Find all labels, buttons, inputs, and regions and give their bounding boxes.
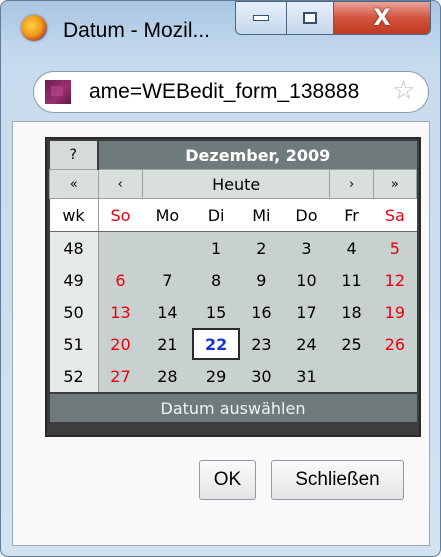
calendar-day[interactable]: 18 [329, 296, 374, 328]
calendar-day [98, 231, 143, 264]
calendar-day[interactable]: 31 [282, 360, 330, 393]
prev-year-button[interactable]: « [49, 169, 99, 199]
calendar-day[interactable]: 19 [373, 296, 417, 328]
minimize-icon [253, 15, 269, 21]
day-header-friday: Fr [329, 198, 374, 232]
minimize-button[interactable] [235, 1, 287, 35]
calendar-day-selected[interactable]: 22 [192, 328, 240, 360]
bookmark-star-icon[interactable]: ☆ [392, 78, 415, 104]
calendar-table: ? Dezember, 2009 « ‹ Heute › » wk So Mo … [49, 141, 418, 422]
calendar-day[interactable]: 17 [282, 296, 330, 328]
firefox-icon [21, 15, 47, 41]
month-title: Dezember, 2009 [98, 141, 417, 170]
day-header-monday: Mo [142, 198, 193, 232]
week-number: 51 [49, 328, 99, 360]
calendar-day[interactable]: 29 [192, 360, 240, 393]
week-number: 49 [49, 264, 99, 296]
calendar-status-bar: Datum auswählen [49, 392, 417, 422]
today-button[interactable]: Heute [141, 169, 331, 199]
calendar-widget: ? Dezember, 2009 « ‹ Heute › » wk So Mo … [45, 137, 421, 437]
popup-window: Datum - Mozil... X ame=WEBedit_form_1388… [0, 0, 441, 557]
calendar-day[interactable]: 3 [282, 231, 330, 264]
calendar-day[interactable]: 27 [98, 360, 143, 393]
calendar-day[interactable]: 4 [329, 231, 374, 264]
ok-button[interactable]: OK [199, 460, 256, 500]
calendar-day[interactable]: 26 [373, 328, 417, 360]
title-bar[interactable]: Datum - Mozil... X [1, 1, 441, 63]
page-content: ? Dezember, 2009 « ‹ Heute › » wk So Mo … [12, 121, 430, 546]
close-button[interactable]: Schließen [271, 460, 404, 500]
calendar-day[interactable]: 15 [192, 296, 240, 328]
day-header-saturday: Sa [373, 198, 417, 232]
calendar-day[interactable]: 7 [142, 264, 193, 296]
address-bar[interactable]: ame=WEBedit_form_138888 ☆ [33, 71, 429, 113]
calendar-day[interactable]: 16 [239, 296, 283, 328]
day-header-wednesday: Mi [239, 198, 283, 232]
week-number: 50 [49, 296, 99, 328]
close-window-button[interactable]: X [333, 1, 431, 35]
help-button[interactable]: ? [49, 141, 100, 170]
calendar-day [329, 360, 374, 393]
calendar-day[interactable]: 24 [282, 328, 330, 360]
maximize-button[interactable] [286, 1, 334, 35]
calendar-day[interactable]: 14 [142, 296, 193, 328]
calendar-day[interactable]: 11 [329, 264, 374, 296]
window-title: Datum - Mozil... [63, 19, 211, 42]
calendar-week-row: 52 27 28 29 30 31 [49, 360, 417, 393]
calendar-day[interactable]: 8 [192, 264, 240, 296]
prev-month-button[interactable]: ‹ [97, 169, 143, 199]
week-number: 48 [49, 231, 99, 264]
day-header-tuesday: Di [192, 198, 240, 232]
day-header-sunday: So [98, 198, 143, 232]
calendar-day [373, 360, 417, 393]
week-number: 52 [49, 360, 99, 393]
calendar-day[interactable]: 28 [142, 360, 193, 393]
calendar-day[interactable]: 30 [239, 360, 283, 393]
calendar-day[interactable]: 6 [98, 264, 143, 296]
day-header-thursday: Do [282, 198, 330, 232]
calendar-week-row: 51 20 21 22 23 24 25 26 [49, 328, 417, 360]
calendar-week-row: 50 13 14 15 16 17 18 19 [49, 296, 417, 328]
calendar-week-row: 49 6 7 8 9 10 11 12 [49, 264, 417, 296]
url-text[interactable]: ame=WEBedit_form_138888 [89, 80, 379, 104]
calendar-week-row: 48 1 2 3 4 5 [49, 231, 417, 264]
calendar-day[interactable]: 10 [282, 264, 330, 296]
next-year-button[interactable]: » [372, 169, 418, 199]
calendar-day[interactable]: 2 [239, 231, 283, 264]
calendar-day[interactable]: 1 [192, 231, 240, 264]
calendar-day[interactable]: 9 [239, 264, 283, 296]
calendar-day[interactable]: 25 [329, 328, 374, 360]
calendar-day[interactable]: 20 [98, 328, 143, 360]
calendar-day[interactable]: 13 [98, 296, 143, 328]
calendar-day[interactable]: 21 [142, 328, 193, 360]
maximize-icon [303, 12, 317, 24]
window-controls: X [235, 1, 441, 41]
calendar-day[interactable]: 12 [373, 264, 417, 296]
week-number-header: wk [49, 198, 99, 232]
site-favicon-icon [45, 80, 71, 104]
close-icon: X [373, 5, 391, 31]
next-month-button[interactable]: › [329, 169, 374, 199]
calendar-day[interactable]: 23 [239, 328, 283, 360]
calendar-day [142, 231, 193, 264]
calendar-day[interactable]: 5 [373, 231, 417, 264]
